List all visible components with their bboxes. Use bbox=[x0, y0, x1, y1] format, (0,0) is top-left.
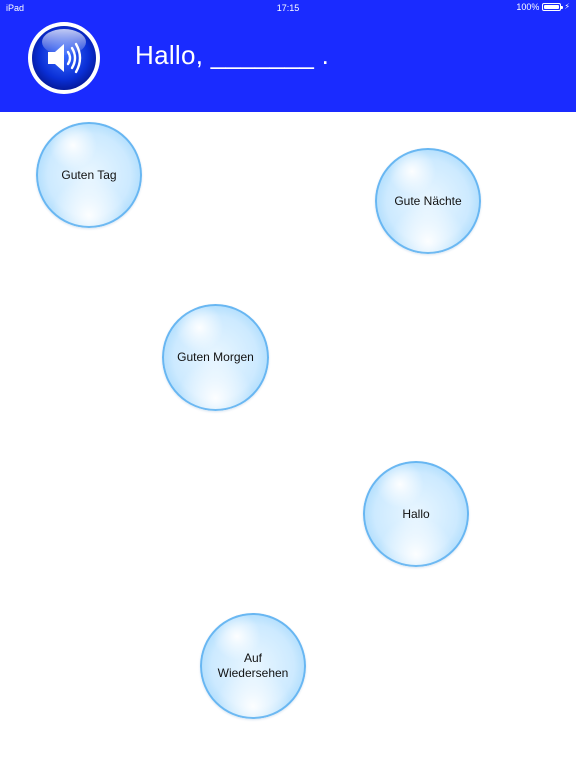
status-time: 17:15 bbox=[276, 3, 300, 13]
answer-bubble-auf-wiedersehen[interactable]: Auf Wiedersehen bbox=[200, 613, 306, 719]
answer-bubble-gute-naechte[interactable]: Gute Nächte bbox=[375, 148, 481, 254]
status-right: 100% ⚡ bbox=[516, 2, 570, 12]
bubble-label: Auf Wiedersehen bbox=[217, 651, 289, 680]
speaker-button[interactable] bbox=[26, 20, 102, 96]
answer-bubble-guten-tag[interactable]: Guten Tag bbox=[36, 122, 142, 228]
battery-fill bbox=[544, 5, 560, 9]
bubble-label: Guten Morgen bbox=[177, 350, 254, 364]
bubble-label: Guten Tag bbox=[61, 167, 117, 182]
lightning-bolt-icon: ⚡ bbox=[564, 2, 570, 11]
battery-icon bbox=[542, 3, 564, 11]
answer-bubble-guten-morgen[interactable]: Guten Morgen bbox=[162, 304, 269, 411]
header-bar: iPad 17:15 100% ⚡ Hallo, _______ . bbox=[0, 0, 576, 112]
bubble-label: Hallo bbox=[402, 506, 430, 521]
speaker-icon bbox=[28, 22, 100, 94]
battery-percent: 100% bbox=[516, 2, 540, 12]
app-screen: iPad 17:15 100% ⚡ Hallo, _______ . Guten… bbox=[0, 0, 576, 768]
bubble-label: Gute Nächte bbox=[394, 193, 462, 208]
status-bar: iPad 17:15 100% ⚡ bbox=[0, 0, 576, 16]
answer-bubble-hallo[interactable]: Hallo bbox=[363, 461, 469, 567]
sentence-prompt: Hallo, _______ . bbox=[135, 40, 330, 70]
